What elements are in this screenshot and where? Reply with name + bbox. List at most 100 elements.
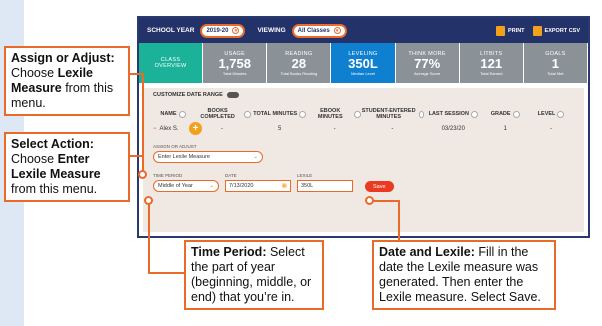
callout-select-action: Select Action: Choose Enter Lexile Measu…	[4, 132, 130, 202]
summary-card[interactable]: USAGE 1,758 Total Minutes	[203, 43, 268, 83]
date-label: DATE	[225, 173, 237, 178]
lexile-value: 350L	[301, 183, 314, 189]
lexile-label: LEXILE	[297, 173, 313, 178]
header-total[interactable]: TOTAL MINUTES	[251, 108, 309, 120]
connector-line	[130, 155, 142, 157]
callout-date-lexile-title: Date and Lexile:	[379, 245, 475, 259]
header-last-text: LAST SESSION	[428, 111, 469, 117]
summary-card[interactable]: GOALS 1 Total Met	[523, 43, 588, 83]
cell-name: − Alex S.	[153, 126, 193, 132]
assign-dropdown[interactable]: Enter Lexile Measure ⌄	[153, 151, 263, 163]
card-subtitle: Total Minutes	[222, 70, 247, 76]
marker-dot	[138, 170, 147, 179]
callout-select-action-title: Select Action:	[11, 137, 94, 151]
connector-line	[148, 200, 150, 274]
header-grade[interactable]: GRADE	[482, 108, 528, 120]
assign-block: ASSIGN OR ADJUST Enter Lexile Measure ⌄	[153, 144, 574, 163]
connector-line	[148, 272, 184, 274]
card-value: 28	[291, 55, 307, 71]
collapse-icon[interactable]: −	[153, 126, 157, 132]
marker-dot	[144, 196, 153, 205]
summary-card[interactable]: THINK MORE 77% Average Score	[395, 43, 460, 83]
card-subtitle: Median Level	[351, 70, 375, 76]
date-range-row: CUSTOMIZE DATE RANGE	[153, 92, 574, 98]
callout-assign-adjust-title: Assign or Adjust:	[11, 51, 115, 65]
print-button[interactable]: PRINT	[496, 25, 525, 36]
time-value: Middle of Year	[158, 183, 193, 189]
chevron-down-icon: ▾	[232, 27, 240, 34]
table-header: NAME BOOKS COMPLETED TOTAL MINUTES EBOOK…	[153, 108, 574, 120]
student-panel: CUSTOMIZE DATE RANGE NAME BOOKS COMPLETE…	[143, 88, 584, 232]
header-name[interactable]: NAME	[153, 108, 193, 120]
card-subtitle: Average Score	[413, 70, 441, 76]
card-value: 77%	[414, 55, 441, 71]
date-block: DATE 7/13/2020 ▦	[225, 173, 291, 192]
callout-select-action-text2: from this menu.	[11, 182, 98, 196]
summary-card[interactable]: CLASS OVERVIEW	[139, 43, 204, 83]
card-title: CLASS OVERVIEW	[154, 57, 187, 69]
summary-card[interactable]: LITBITS 121 Total Earned	[459, 43, 524, 83]
printer-icon	[496, 25, 506, 36]
chevron-down-icon: ▾	[333, 27, 341, 34]
cell-level: -	[550, 126, 553, 132]
header-name-text: NAME	[160, 111, 177, 117]
callout-time-period: Time Period: Select the part of year (be…	[184, 240, 324, 310]
app-window: SCHOOL YEAR 2019-20 ▾ VIEWING All Classes…	[137, 16, 590, 238]
card-value: 1,758	[218, 55, 251, 71]
sort-icon	[353, 110, 361, 118]
summary-cards: CLASS OVERVIEW USAGE 1,758 Total Minutes REA…	[139, 43, 588, 83]
header-student[interactable]: STUDENT-ENTERED MINUTES	[361, 108, 425, 120]
cell-grade: 1	[503, 126, 507, 132]
header-last[interactable]: LAST SESSION	[424, 108, 482, 120]
time-label: TIME PERIOD	[153, 173, 183, 178]
top-bar: SCHOOL YEAR 2019-20 ▾ VIEWING All Classes…	[139, 18, 588, 43]
sort-icon	[470, 110, 478, 118]
student-name: Alex S.	[159, 126, 179, 132]
lexile-input[interactable]: 350L	[297, 180, 353, 192]
chevron-down-icon: ⌄	[209, 183, 214, 189]
school-year-label: SCHOOL YEAR	[147, 27, 195, 34]
date-input[interactable]: 7/13/2020 ▦	[225, 180, 291, 192]
connector-line	[398, 200, 400, 240]
header-ebook-text: EBOOK MINUTES	[317, 108, 343, 120]
header-grade-text: GRADE	[490, 111, 511, 117]
export-csv-button[interactable]: EXPORT CSV	[532, 25, 580, 36]
card-value: 1	[551, 55, 560, 71]
header-ebook[interactable]: EBOOK MINUTES	[309, 108, 361, 120]
sort-icon	[512, 110, 520, 118]
range-label: CUSTOMIZE DATE RANGE	[153, 92, 223, 98]
summary-card[interactable]: READING 28 Total Books Reading	[267, 43, 332, 83]
card-subtitle: Total Earned	[480, 70, 503, 76]
calendar-icon[interactable]: ▦	[282, 183, 287, 189]
cell-ebook: -	[333, 126, 336, 132]
viewing-dropdown[interactable]: All Classes ▾	[291, 23, 347, 38]
time-period-block: TIME PERIOD Middle of Year ⌄	[153, 173, 219, 192]
header-level[interactable]: LEVEL	[528, 108, 574, 120]
time-period-dropdown[interactable]: Middle of Year ⌄	[153, 180, 219, 192]
marker-dot	[365, 196, 374, 205]
summary-card[interactable]: LEVELING 350L Median Level	[331, 43, 396, 83]
print-label: PRINT	[508, 27, 525, 34]
card-subtitle: Total Books Reading	[280, 70, 318, 76]
table-row[interactable]: − Alex S. - 5 - - 03/23/20 1 -	[153, 126, 574, 132]
header-books-text: BOOKS COMPLETED	[200, 108, 235, 120]
header-student-text: STUDENT-ENTERED MINUTES	[361, 108, 416, 120]
callout-assign-adjust-text: Choose	[11, 66, 58, 80]
cell-student: -	[391, 126, 394, 132]
date-value: 7/13/2020	[229, 183, 254, 189]
school-year-dropdown[interactable]: 2019-20 ▾	[200, 23, 246, 38]
date-range-toggle[interactable]	[226, 92, 239, 98]
card-value: 121	[480, 55, 503, 71]
viewing-value: All Classes	[297, 27, 330, 34]
sort-icon	[178, 110, 186, 118]
header-total-text: TOTAL MINUTES	[253, 111, 298, 117]
lexile-block: LEXILE 350L	[297, 173, 353, 192]
sort-icon	[557, 110, 565, 118]
add-action-icon[interactable]: +	[189, 122, 202, 135]
chevron-down-icon: ⌄	[253, 154, 258, 160]
connector-line	[142, 73, 144, 175]
header-books[interactable]: BOOKS COMPLETED	[193, 108, 251, 120]
header-level-text: LEVEL	[537, 111, 556, 117]
save-button[interactable]: Save	[365, 181, 394, 192]
lexile-entry-row: TIME PERIOD Middle of Year ⌄ DATE 7/13/2020…	[153, 173, 574, 192]
